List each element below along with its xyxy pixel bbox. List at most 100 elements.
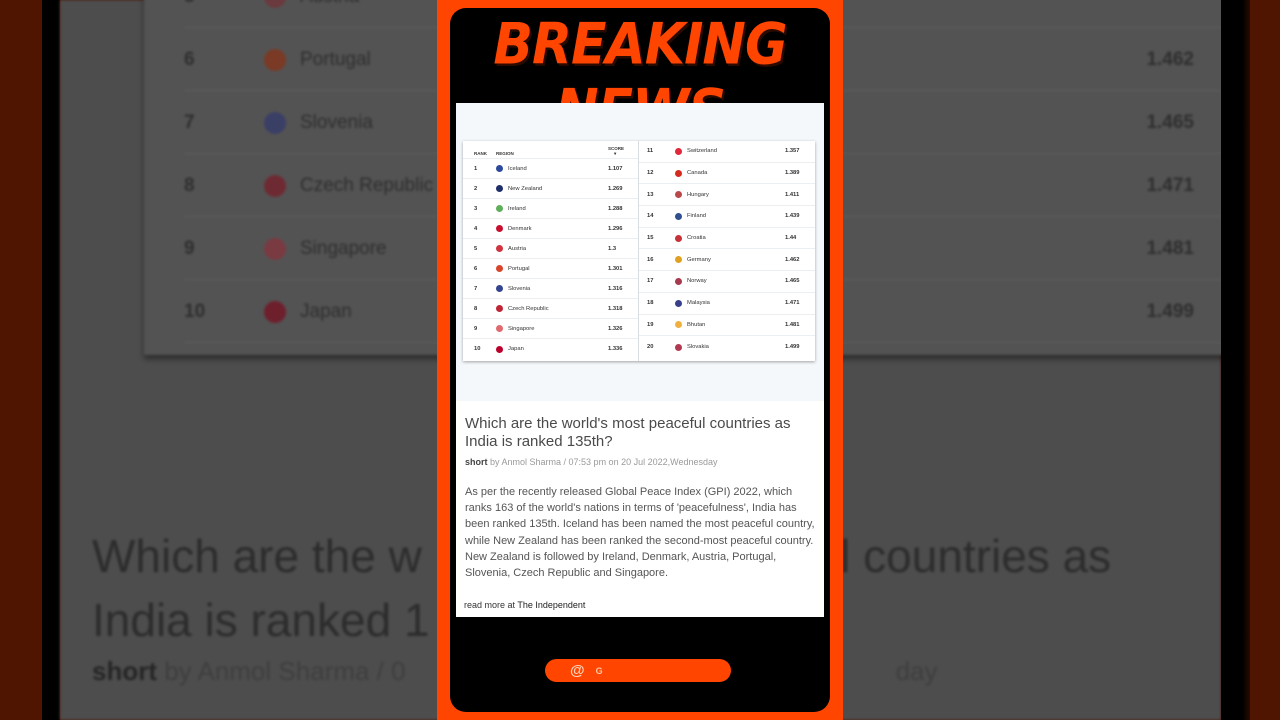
table-row[interactable]: 8 Czech Republic 1.318: [463, 299, 638, 319]
row-region: Canada: [687, 170, 708, 177]
row-rank: 13: [647, 191, 654, 198]
article-body: As per the recently released Global Peac…: [465, 486, 815, 580]
row-score: 1.44: [785, 235, 797, 242]
row-region: Hungary: [687, 191, 709, 198]
row-rank: 3: [474, 205, 478, 212]
country-flag-icon: [675, 277, 682, 285]
table-row[interactable]: 16 Germany 1.462: [639, 249, 815, 272]
row-region: Denmark: [508, 225, 532, 232]
background-flag-icon: [264, 48, 286, 71]
background-title-fragment: India is ranked 1: [92, 594, 430, 646]
table-row[interactable]: 5 Austria 1.3: [463, 239, 638, 259]
background-edge-left: [0, 0, 42, 720]
country-flag-icon: [496, 205, 503, 212]
table-rows-left: 1 Iceland 1.107 2 New Zealand 1.269 3 Ireland 1.…: [463, 159, 638, 359]
table-row[interactable]: 17 Norway 1.465: [639, 271, 815, 293]
row-rank: 19: [647, 321, 654, 328]
country-flag-icon: [675, 169, 682, 177]
background-flag-icon: [264, 111, 286, 134]
country-flag-icon: [675, 321, 682, 329]
sort-down-icon: ▾: [614, 151, 617, 156]
phone-screen: BREAKING NEWS RANK REGION SCORE▾ 1Icelan…: [450, 8, 830, 712]
row-rank: 8: [474, 305, 478, 312]
table-row[interactable]: 10 Japan 1.336: [463, 339, 638, 359]
country-flag-icon: [496, 225, 503, 232]
table-row[interactable]: 18 Malaysia 1.471: [639, 293, 815, 315]
row-region: Ireland: [508, 205, 526, 212]
article-title[interactable]: Which are the world's most peaceful coun…: [465, 415, 817, 451]
table-row[interactable]: 11 Switzerland 1.357: [639, 141, 815, 163]
table-rows-right: 11 Switzerland 1.357 12 Canada 1.389 13 Hungary…: [639, 141, 815, 358]
background-row-rank: 10: [184, 300, 206, 322]
background-row-rank: 8: [184, 174, 195, 196]
row-rank: 2: [474, 185, 478, 192]
news-card[interactable]: RANK REGION SCORE ▾ 1 Iceland 1.107 2 New Zea…: [456, 103, 824, 617]
background-title-fragment: Which are the w: [92, 530, 422, 582]
row-rank: 9: [474, 325, 478, 332]
channel-handle-label: G: [595, 665, 603, 676]
article-image: RANK REGION SCORE ▾ 1 Iceland 1.107 2 New Zea…: [456, 103, 824, 401]
read-more-source[interactable]: The Independent: [517, 600, 585, 610]
row-score: 1.318: [608, 305, 623, 312]
background-flag-icon: [264, 174, 286, 197]
table-row[interactable]: 20 Slovakia 1.499: [639, 336, 815, 358]
table-row[interactable]: 1 Iceland 1.107: [463, 159, 638, 179]
background-flag-icon: [264, 237, 286, 260]
table-row[interactable]: 2 New Zealand 1.269: [463, 179, 638, 199]
country-flag-icon: [496, 245, 503, 252]
background-edge-right: [1250, 0, 1280, 720]
background-row-rank: 9: [184, 237, 195, 259]
background-bar-right: [1221, 0, 1251, 720]
table-row[interactable]: 13 Hungary 1.411: [639, 184, 815, 207]
row-rank: 7: [474, 285, 478, 292]
table-row[interactable]: 12 Canada 1.389: [639, 163, 815, 185]
header-score[interactable]: SCORE ▾: [608, 146, 632, 156]
row-region: Germany: [687, 256, 711, 263]
channel-handle-button[interactable]: @ G: [545, 659, 731, 682]
row-rank: 20: [647, 344, 654, 351]
country-flag-icon: [496, 345, 503, 353]
row-region: Portugal: [508, 265, 530, 272]
header-rank[interactable]: RANK: [474, 151, 496, 156]
background-row-score: 1.499: [1146, 300, 1194, 322]
country-flag-icon: [675, 147, 682, 155]
table-row[interactable]: 15 Croatia 1.44: [639, 228, 815, 250]
country-flag-icon: [675, 343, 682, 351]
read-more-link[interactable]: read more at The Independent: [464, 600, 585, 610]
background-row-rank: 5: [184, 0, 264, 8]
row-rank: 6: [474, 265, 478, 272]
row-score: 1.465: [785, 278, 800, 285]
table-row[interactable]: 9 Singapore 1.326: [463, 319, 638, 339]
read-more-prefix: read more at: [464, 600, 518, 610]
background-row-rank: 7: [184, 111, 195, 133]
row-rank: 16: [647, 256, 654, 263]
table-row[interactable]: 7 Slovenia 1.316: [463, 279, 638, 299]
row-score: 1.411: [785, 191, 800, 198]
row-region: New Zealand: [508, 185, 543, 192]
table-row[interactable]: 14 Finland 1.439: [639, 206, 815, 228]
row-region: Croatia: [687, 235, 706, 242]
table-row[interactable]: 6 Portugal 1.301: [463, 259, 638, 279]
article-category[interactable]: short: [465, 457, 488, 467]
background-byline-category: short: [92, 656, 157, 686]
article-author-date: by Anmol Sharma / 07:53 pm on 20 Jul 202…: [487, 457, 718, 467]
row-region: Iceland: [508, 165, 527, 172]
row-rank: 4: [474, 225, 478, 232]
row-rank: 12: [647, 170, 654, 177]
row-rank: 14: [647, 213, 654, 220]
row-score: 1.326: [608, 325, 623, 332]
at-sign-icon: @: [570, 662, 585, 679]
row-region: Bhutan: [687, 321, 706, 328]
row-rank: 10: [474, 346, 481, 352]
row-rank: 11: [647, 148, 654, 155]
table-header: RANK REGION SCORE ▾: [463, 141, 638, 159]
table-row[interactable]: 3 Ireland 1.288: [463, 199, 638, 219]
row-score: 1.3: [608, 245, 617, 252]
table-row[interactable]: 19 Bhutan 1.481: [639, 315, 815, 337]
row-region: Czech Republic: [508, 305, 549, 312]
table-row[interactable]: 4 Denmark 1.296: [463, 219, 638, 239]
row-rank: 17: [647, 278, 654, 285]
table-column-right: 11 Switzerland 1.357 12 Canada 1.389 13 Hungary…: [639, 141, 815, 361]
background-row-rank: 6: [184, 48, 195, 70]
header-region[interactable]: REGION: [496, 151, 608, 156]
